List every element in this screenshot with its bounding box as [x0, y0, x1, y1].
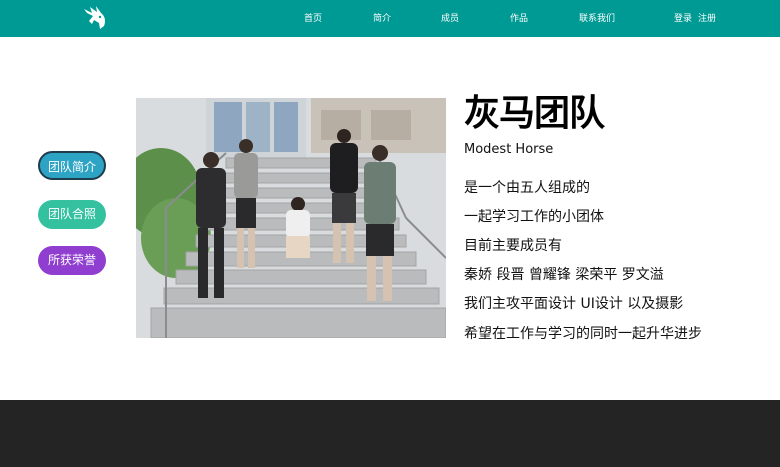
nav-home[interactable]: 首页	[304, 13, 322, 25]
team-description-line: 我们主攻平面设计 UI设计 以及摄影	[464, 296, 684, 312]
nav-members[interactable]: 成员	[441, 13, 459, 25]
nav-intro[interactable]: 简介	[373, 13, 391, 25]
team-description-line: 一起学习工作的小团体	[464, 209, 604, 225]
horse-logo-icon[interactable]	[80, 4, 108, 32]
team-photo	[136, 98, 446, 338]
top-navbar: 首页 简介 成员 作品 联系我们 登录 注册	[0, 0, 780, 37]
team-members-line: 秦娇 段晋 曾耀锋 梁荣平 罗文溢	[464, 267, 664, 283]
team-photo-image	[136, 98, 446, 338]
team-description-line: 是一个由五人组成的	[464, 180, 590, 196]
sidebar-team-photo-button[interactable]: 团队合照	[38, 200, 106, 229]
nav-works[interactable]: 作品	[510, 13, 528, 25]
login-link[interactable]: 登录	[674, 13, 692, 25]
sidebar-team-intro-button[interactable]: 团队简介	[38, 151, 106, 180]
register-link[interactable]: 注册	[698, 13, 716, 25]
team-description-line: 目前主要成员有	[464, 238, 562, 254]
team-description-line: 希望在工作与学习的同时一起升华进步	[464, 326, 702, 342]
page-footer	[0, 400, 780, 467]
nav-contact[interactable]: 联系我们	[579, 13, 615, 25]
sidebar-honors-button[interactable]: 所获荣誉	[38, 246, 106, 275]
team-subtitle: Modest Horse	[464, 142, 554, 157]
team-title: 灰马团队	[464, 93, 605, 134]
